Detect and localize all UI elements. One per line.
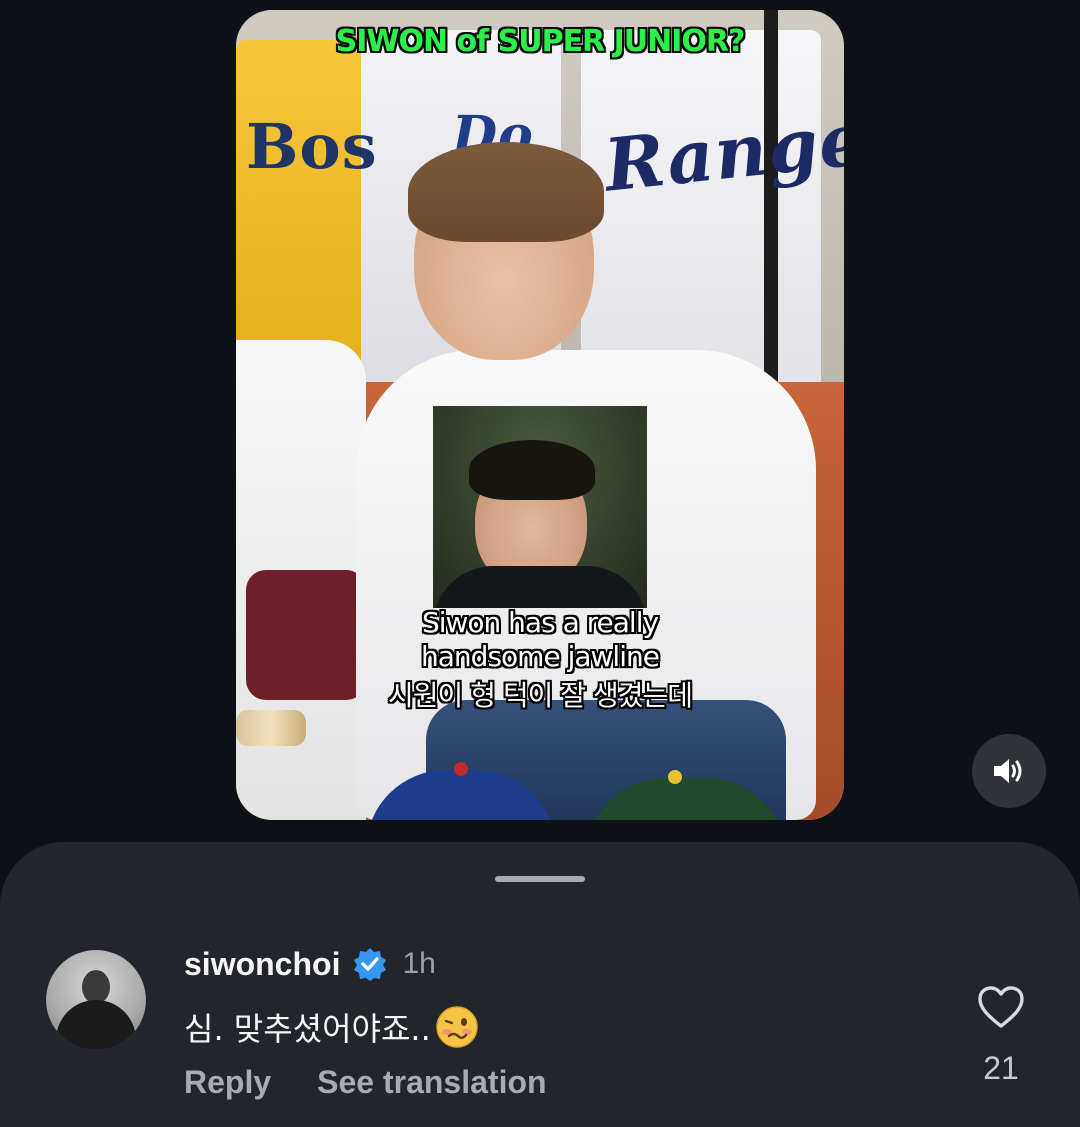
comment-body: 심. 맞추셨어야죠.. bbox=[184, 1004, 479, 1050]
video-player[interactable]: Bos Do Rangers SIWON of SUPER JUNIOR? Si… bbox=[236, 10, 844, 820]
caption-line-2: handsome jawline bbox=[421, 640, 660, 673]
comments-sheet: siwonchoi 1h 심. 맞추셨어야죠.. Reply See trans… bbox=[0, 842, 1080, 1127]
heart-outline-icon[interactable] bbox=[976, 984, 1026, 1030]
cap-button-red bbox=[454, 762, 468, 776]
comment-header: siwonchoi 1h bbox=[184, 944, 436, 984]
comment-text: 심. 맞추셨어야죠.. bbox=[184, 1010, 431, 1048]
inset-portrait-photo bbox=[433, 406, 647, 608]
jersey-lettering-bos: Bos bbox=[246, 110, 378, 183]
comment-time: 1h bbox=[402, 947, 436, 980]
caption-line-1: Siwon has a really bbox=[421, 606, 659, 639]
video-headline: SIWON of SUPER JUNIOR? bbox=[335, 24, 746, 59]
like-count: 21 bbox=[983, 1050, 1019, 1086]
see-translation-button[interactable]: See translation bbox=[317, 1064, 546, 1101]
comment-actions: Reply See translation bbox=[184, 1064, 593, 1101]
speaker-volume-icon bbox=[994, 759, 1022, 783]
avatar-body bbox=[56, 1000, 136, 1050]
person-main-hair bbox=[408, 142, 604, 242]
cap-button-yellow bbox=[668, 770, 682, 784]
inset-shoulder bbox=[433, 566, 647, 608]
sheet-drag-handle[interactable] bbox=[495, 876, 585, 882]
sound-toggle-button[interactable] bbox=[972, 734, 1046, 808]
rack-pole bbox=[764, 10, 778, 390]
comment-username[interactable]: siwonchoi bbox=[184, 946, 340, 983]
wristwatch bbox=[236, 710, 306, 746]
like-control: 21 bbox=[974, 984, 1028, 1087]
reply-button[interactable]: Reply bbox=[184, 1064, 271, 1101]
screen: Bos Do Rangers SIWON of SUPER JUNIOR? Si… bbox=[0, 0, 1080, 1127]
avatar-head bbox=[82, 970, 110, 1004]
caption-line-3: 시원이 형 턱이 잘 생겼는데 bbox=[388, 679, 693, 712]
verified-badge-icon bbox=[354, 948, 387, 981]
inset-hair bbox=[469, 440, 595, 500]
avatar[interactable] bbox=[46, 950, 146, 1050]
woozy-face-emoji-icon bbox=[436, 1006, 478, 1048]
